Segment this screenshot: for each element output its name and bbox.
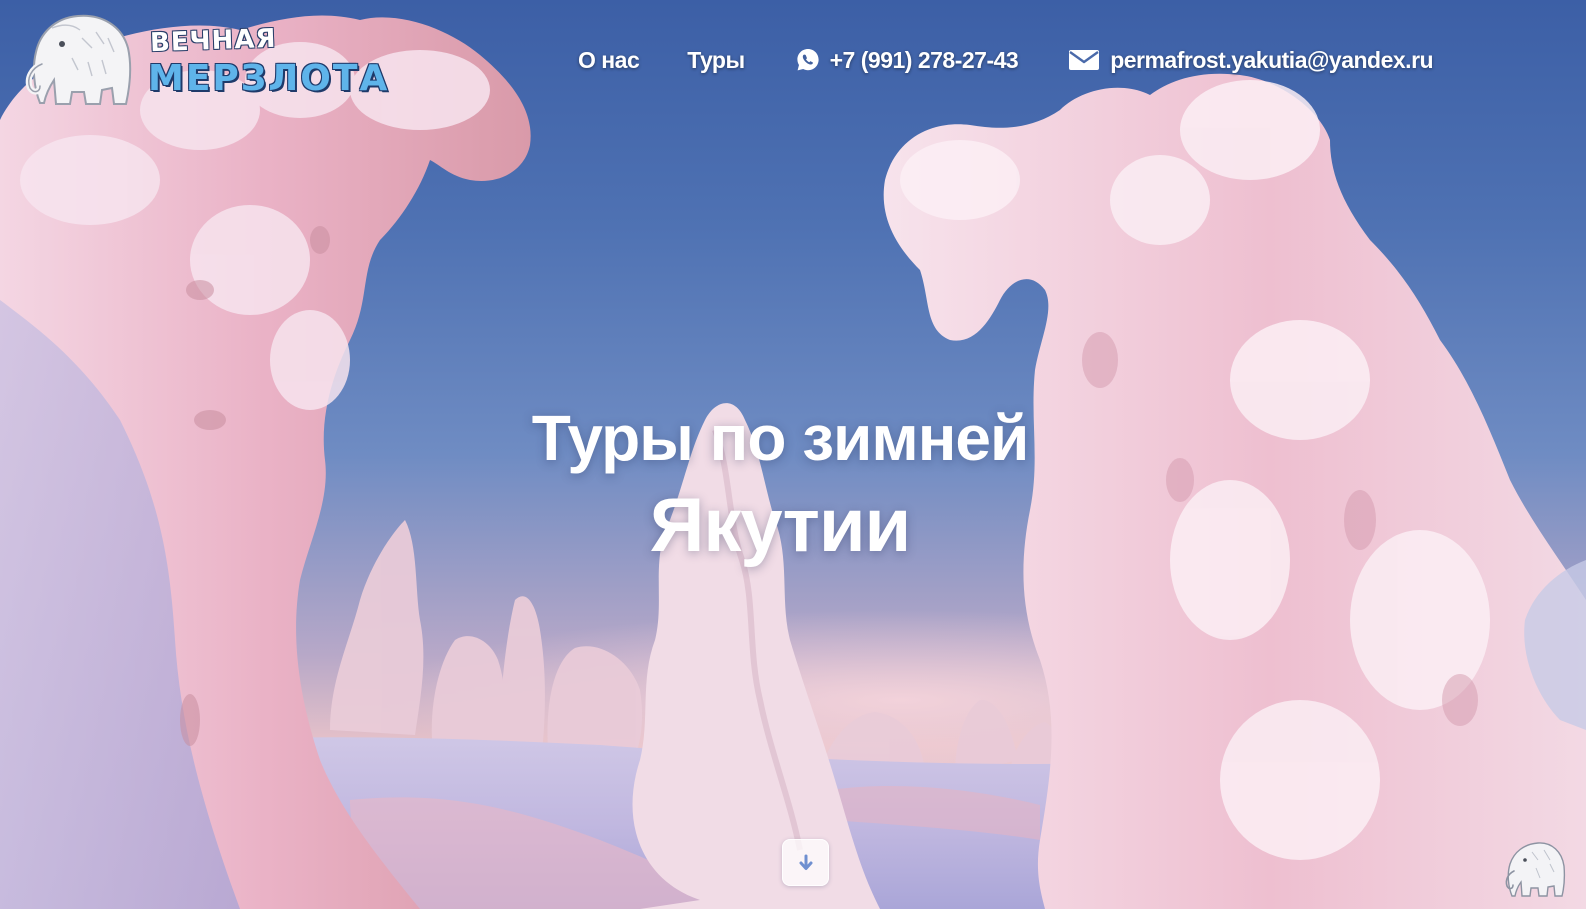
- nav-link-about[interactable]: О нас: [578, 47, 640, 74]
- phone-number: +7 (991) 278-27-43: [829, 46, 1019, 73]
- mammoth-icon: [25, 14, 132, 105]
- nav-link-tours[interactable]: Туры: [687, 47, 745, 74]
- hero-title-line1: Туры по зимней: [531, 402, 1030, 474]
- hero-section: ВЕЧНАЯ МЕРЗЛОТА О нас Туры +7 (991) 278-…: [0, 0, 1586, 909]
- logo-text-bottom: МЕРЗЛОТА: [148, 58, 390, 99]
- scroll-down-button[interactable]: [782, 839, 829, 886]
- logo-text-top: ВЕЧНАЯ: [149, 23, 277, 59]
- nav-phone-link[interactable]: +7 (991) 278-27-43: [795, 47, 1019, 74]
- hero-title-line2: Якутии: [649, 483, 912, 568]
- nav-email-link[interactable]: permafrost.yakutia@yandex.ru: [1068, 46, 1434, 74]
- hero-title: Туры по зимней Якутии: [0, 398, 1560, 574]
- email-address: permafrost.yakutia@yandex.ru: [1110, 46, 1434, 73]
- corner-mammoth-icon[interactable]: [1502, 838, 1566, 900]
- main-nav: О нас Туры +7 (991) 278-27-43 permafrost…: [578, 42, 1434, 78]
- site-logo[interactable]: ВЕЧНАЯ МЕРЗЛОТА: [22, 8, 387, 113]
- envelope-icon: [1069, 50, 1100, 70]
- arrow-down-icon: [799, 854, 812, 870]
- whatsapp-icon: [797, 49, 819, 71]
